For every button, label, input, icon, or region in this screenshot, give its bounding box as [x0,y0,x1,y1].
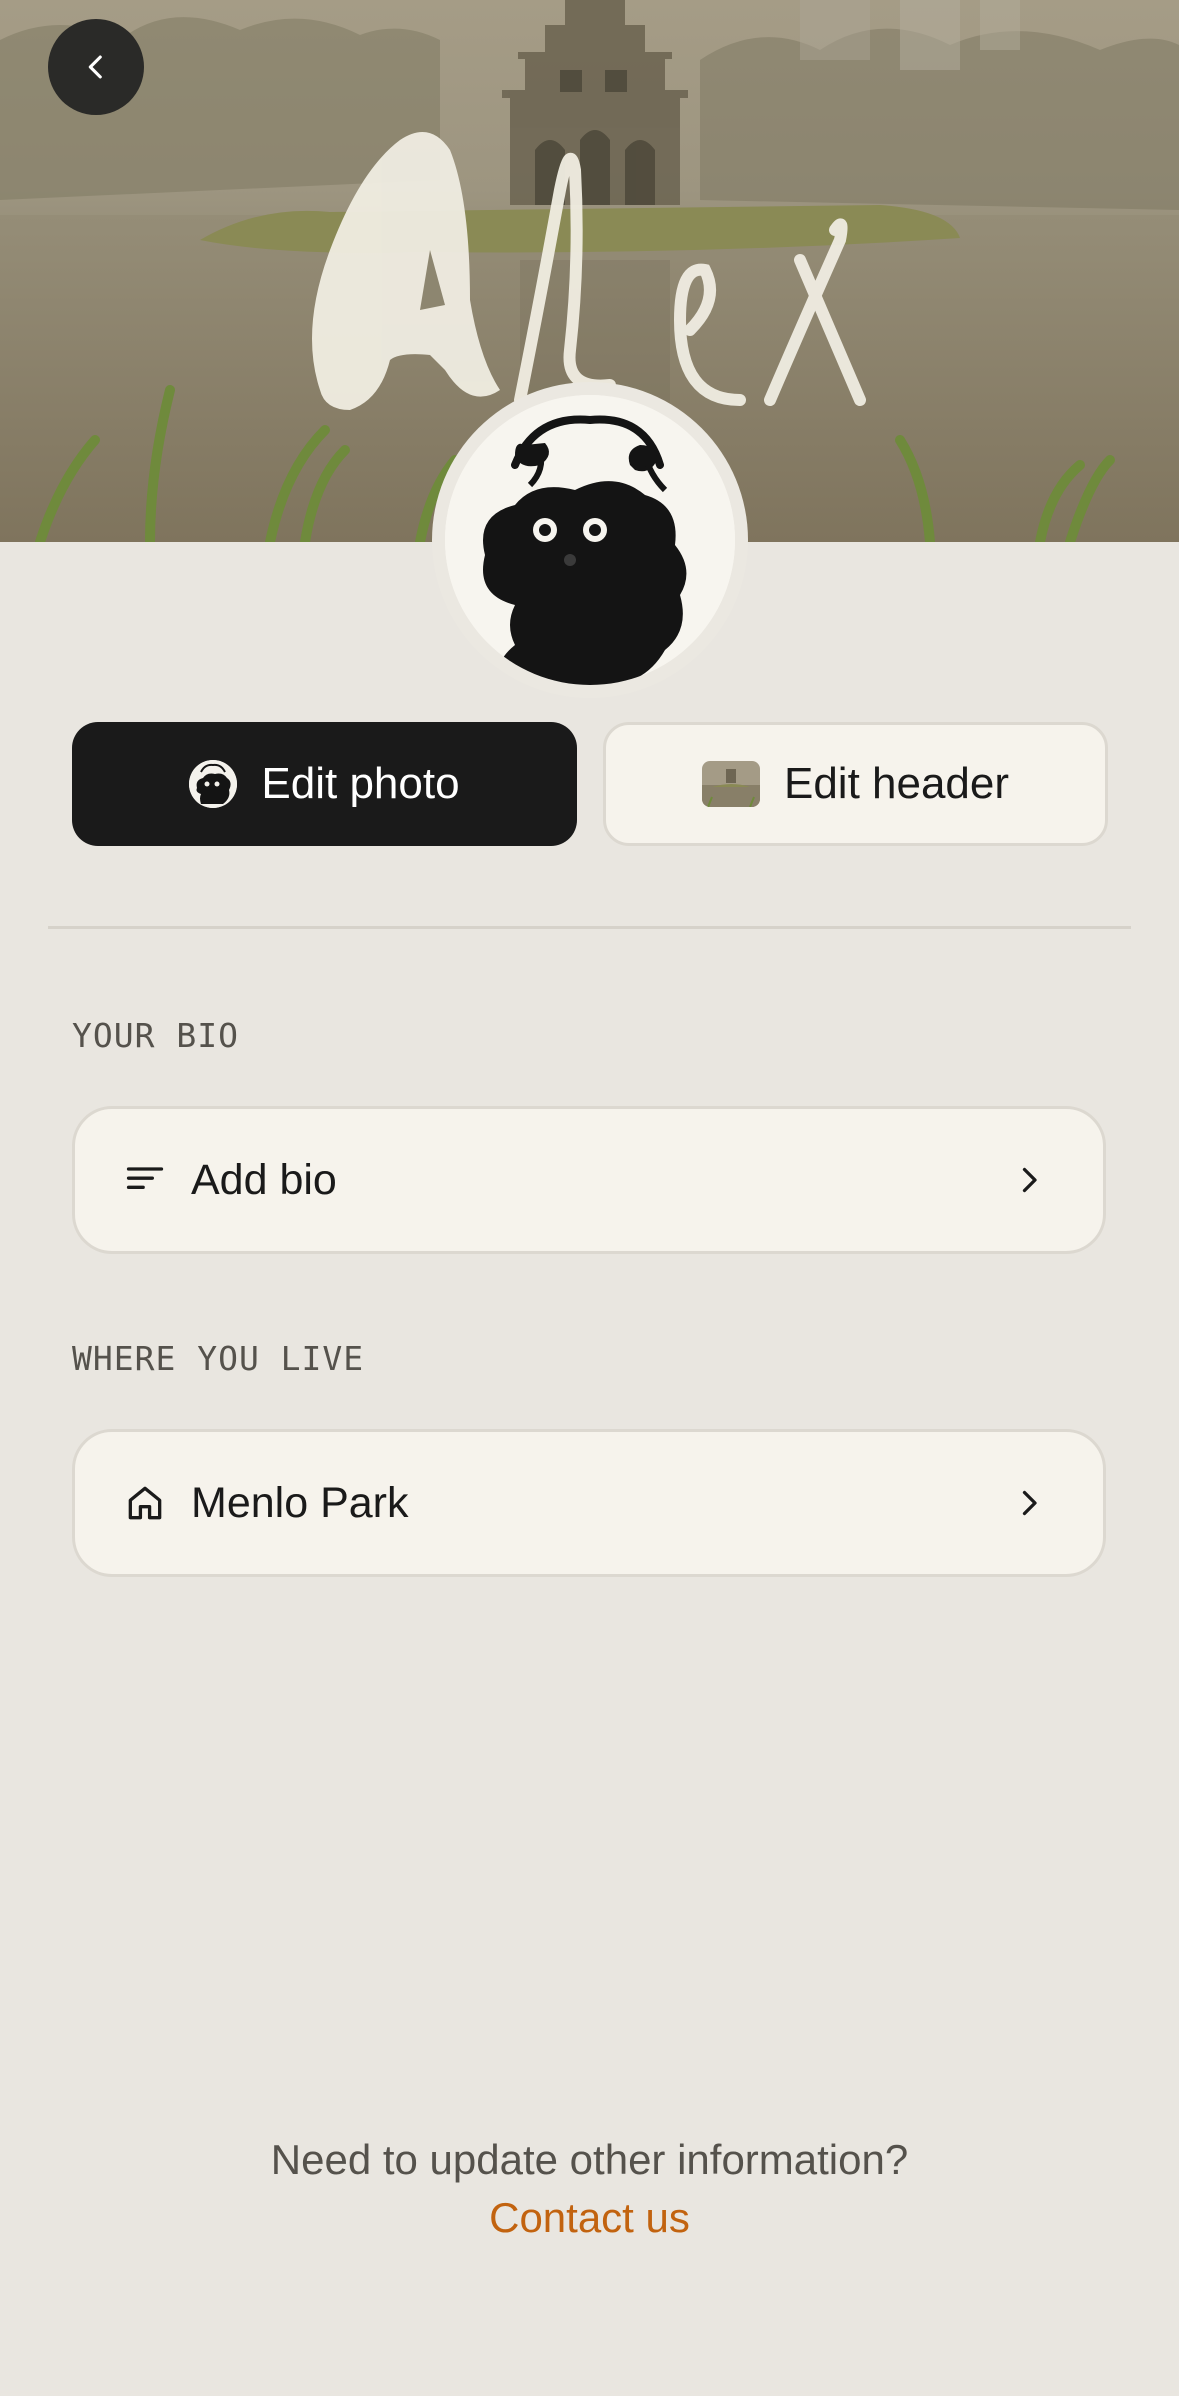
edit-header-button[interactable]: Edit header [603,722,1108,846]
avatar-thumbnail-icon [189,760,238,808]
header-thumbnail-icon [701,761,760,807]
add-bio-row[interactable]: Add bio [72,1106,1106,1254]
location-value: Menlo Park [191,1478,409,1527]
home-icon [123,1481,167,1525]
chevron-left-icon [88,55,102,79]
back-button[interactable] [48,19,144,115]
edit-photo-label: Edit photo [261,759,460,808]
chevron-right-icon [1011,1162,1047,1198]
text-lines-icon [123,1158,167,1202]
edit-header-label: Edit header [783,759,1010,808]
avatar [445,395,735,685]
footer: Need to update other information? Contac… [0,2136,1179,2242]
footer-question: Need to update other information? [270,2136,909,2183]
bio-value: Add bio [191,1155,337,1204]
bio-section-label: YOUR BIO [72,1016,239,1055]
location-section-label: WHERE YOU LIVE [72,1339,365,1378]
contact-us-link[interactable]: Contact us [489,2194,690,2242]
edit-photo-button[interactable]: Edit photo [72,722,577,846]
profile-avatar[interactable] [432,382,748,698]
location-row[interactable]: Menlo Park [72,1429,1106,1577]
divider [48,926,1131,929]
chevron-right-icon [1011,1485,1047,1521]
